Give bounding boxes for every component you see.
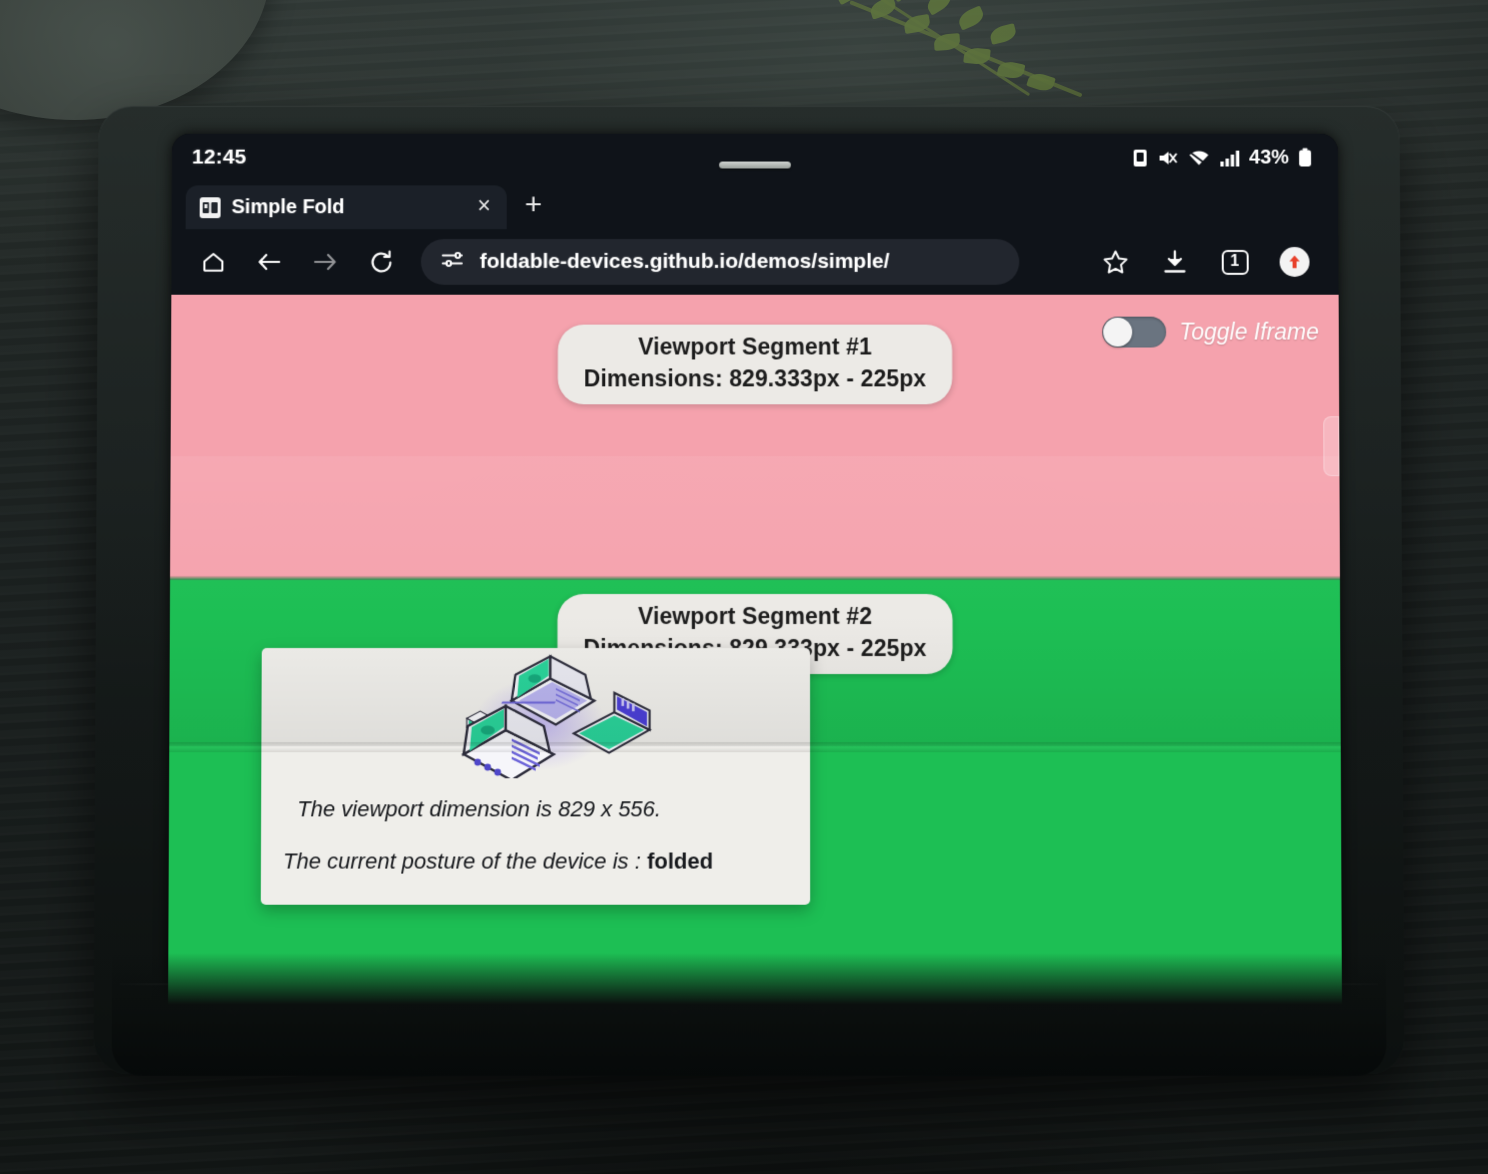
close-icon[interactable]: × bbox=[461, 192, 494, 220]
device-posture-text: The current posture of the device is : f… bbox=[283, 848, 810, 874]
segment-1-dimensions: Dimensions: 829.333px - 225px bbox=[583, 365, 927, 392]
viewport-segment-2: Viewport Segment #2 Dimensions: 829.333p… bbox=[167, 580, 1343, 1024]
case-notch-lower bbox=[976, 1025, 1158, 1030]
browser-tab[interactable]: Simple Fold × bbox=[185, 185, 507, 230]
foldable-laptops-illustration bbox=[261, 652, 810, 778]
toggle-iframe-row[interactable]: Toggle Iframe bbox=[1102, 316, 1319, 348]
device-screen: 12:45 43% Simple Fold × + foldable-devic… bbox=[167, 133, 1343, 1024]
toggle-knob bbox=[1103, 317, 1133, 347]
posture-label: The current posture of the device is : bbox=[282, 848, 647, 874]
browser-toolbar: foldable-devices.github.io/demos/simple/ bbox=[171, 233, 1339, 295]
battery-icon bbox=[1298, 148, 1312, 168]
web-page-content: Viewport Segment #1 Dimensions: 829.333p… bbox=[167, 294, 1343, 1024]
case-edge-highlight bbox=[120, 983, 1378, 986]
viewport-dimension-text: The viewport dimension is 829 x 556. bbox=[297, 796, 662, 822]
address-bar[interactable]: foldable-devices.github.io/demos/simple/ bbox=[420, 239, 1020, 285]
mute-icon bbox=[1157, 148, 1178, 167]
home-icon[interactable] bbox=[185, 238, 241, 286]
profile-avatar-icon[interactable] bbox=[1265, 238, 1325, 286]
device-info-card: The viewport dimension is 829 x 556. The… bbox=[260, 648, 811, 905]
viewport-segment-1: Viewport Segment #1 Dimensions: 829.333p… bbox=[170, 294, 1340, 577]
photo-background: 12:45 43% Simple Fold × + foldable-devic… bbox=[0, 0, 1488, 1174]
foldable-device-case: 12:45 43% Simple Fold × + foldable-devic… bbox=[93, 105, 1405, 1074]
tab-count-label: 1 bbox=[1221, 249, 1249, 275]
cellular-signal-icon bbox=[1219, 148, 1240, 167]
planter-object bbox=[0, 0, 270, 120]
speaker-grille bbox=[719, 161, 791, 169]
battery-percent-label: 43% bbox=[1248, 146, 1290, 168]
status-bar: 12:45 43% bbox=[171, 133, 1339, 182]
posture-value: folded bbox=[646, 848, 714, 874]
toolbar-actions: 1 bbox=[1085, 238, 1325, 286]
back-arrow-icon[interactable] bbox=[241, 238, 297, 286]
gesture-navigation-pill[interactable] bbox=[651, 1006, 859, 1014]
tab-strip: Simple Fold × + bbox=[171, 181, 1339, 234]
segment-1-label: Viewport Segment #1 Dimensions: 829.333p… bbox=[557, 324, 953, 405]
download-icon[interactable] bbox=[1145, 238, 1205, 286]
wifi-icon bbox=[1187, 148, 1210, 167]
toggle-iframe-switch[interactable] bbox=[1102, 316, 1167, 348]
status-icons: 43% bbox=[1131, 146, 1312, 169]
foldable-favicon bbox=[199, 196, 221, 218]
screen-bezel: 12:45 43% Simple Fold × + foldable-devic… bbox=[167, 133, 1343, 1024]
case-hinge-detail bbox=[508, 1011, 990, 1038]
fern-plant bbox=[830, 0, 1130, 116]
status-clock: 12:45 bbox=[191, 145, 247, 169]
forward-arrow-icon[interactable] bbox=[297, 238, 353, 286]
star-icon[interactable] bbox=[1085, 238, 1145, 286]
new-tab-button[interactable]: + bbox=[507, 188, 556, 224]
screenshot-icon bbox=[1131, 148, 1148, 167]
tab-title: Simple Fold bbox=[231, 195, 345, 218]
scroll-edge-nub[interactable] bbox=[1323, 416, 1340, 477]
case-notch-upper bbox=[715, 1018, 947, 1022]
toggle-iframe-label: Toggle Iframe bbox=[1179, 318, 1319, 345]
segment-1-title: Viewport Segment #1 bbox=[638, 333, 872, 360]
segment-2-title: Viewport Segment #2 bbox=[637, 602, 873, 630]
reload-icon[interactable] bbox=[353, 238, 409, 286]
tab-counter-button[interactable]: 1 bbox=[1205, 238, 1265, 286]
tune-icon[interactable] bbox=[441, 249, 464, 275]
url-text[interactable]: foldable-devices.github.io/demos/simple/ bbox=[480, 250, 890, 274]
